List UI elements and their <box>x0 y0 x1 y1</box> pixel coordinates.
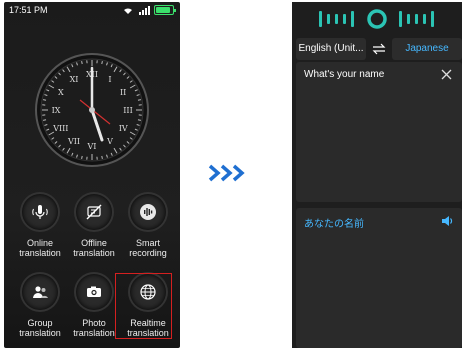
source-text-panel[interactable]: What's your name <box>296 62 462 202</box>
target-text-panel: あなたの名前 <box>296 208 462 348</box>
source-text: What's your name <box>304 69 385 80</box>
source-language-button[interactable]: English (Unit... <box>296 38 366 60</box>
triple-chevron-right-icon <box>208 164 245 182</box>
clock-tick <box>42 99 47 101</box>
language-selector-row: English (Unit... Japanese <box>296 38 462 60</box>
clock-tick <box>81 155 83 160</box>
clock-numeral: V <box>106 137 113 146</box>
clock-tick <box>137 99 142 101</box>
realtime-translation-screen: English (Unit... Japanese What's your na… <box>292 2 462 348</box>
photo-translation-button[interactable]: Photo translation <box>66 274 122 338</box>
clock-tick <box>101 155 103 160</box>
battery-icon <box>154 5 176 15</box>
clock-numeral: III <box>123 106 132 115</box>
offline-translation-button[interactable]: Offline translation <box>66 194 122 258</box>
clock-numeral: VI <box>87 142 97 151</box>
clock-numeral: VIII <box>52 124 68 133</box>
clock-tick <box>137 119 142 121</box>
clock-numeral: II <box>120 88 126 97</box>
target-text: あなたの名前 <box>304 219 364 230</box>
group-translation-label: Group translation <box>19 318 61 338</box>
group-translation-button[interactable]: Group translation <box>12 274 68 338</box>
camera-icon <box>87 286 101 297</box>
close-icon[interactable] <box>441 69 452 80</box>
clock-numeral: I <box>108 75 111 84</box>
analog-clock: XIIIIIIIIIVVVIVIIVIIIIXXXI <box>35 53 149 167</box>
voice-level-indicator <box>319 9 434 29</box>
online-translation-label: Online translation <box>19 238 61 258</box>
clock-numeral: VII <box>67 137 80 146</box>
offline-translation-label: Offline translation <box>73 238 115 258</box>
status-bar: 17:51 PM <box>4 2 180 20</box>
speaker-icon[interactable] <box>441 215 454 227</box>
group-icon <box>33 286 48 298</box>
clock-tick <box>101 60 103 65</box>
clock-numeral: XI <box>70 75 79 84</box>
status-time: 17:51 PM <box>9 5 48 15</box>
selection-highlight <box>115 273 172 339</box>
swap-languages-icon[interactable] <box>372 42 386 56</box>
signal-icon <box>139 5 150 15</box>
offline-icon <box>86 204 102 220</box>
target-language-button[interactable]: Japanese <box>392 38 462 60</box>
online-translation-button[interactable]: Online translation <box>12 194 68 258</box>
wifi-icon <box>124 7 132 14</box>
photo-translation-label: Photo translation <box>73 318 115 338</box>
smart-recording-label: Smart recording <box>129 238 167 258</box>
waveform-icon <box>140 204 156 220</box>
clock-tick <box>81 60 83 65</box>
clock-tick <box>42 119 47 121</box>
microphone-icon <box>32 205 48 219</box>
clock-numeral: X <box>58 88 64 97</box>
record-icon[interactable] <box>367 9 387 29</box>
clock-numeral: IX <box>52 106 61 115</box>
clock-numeral: IV <box>119 124 128 133</box>
smart-recording-button[interactable]: Smart recording <box>120 194 176 258</box>
